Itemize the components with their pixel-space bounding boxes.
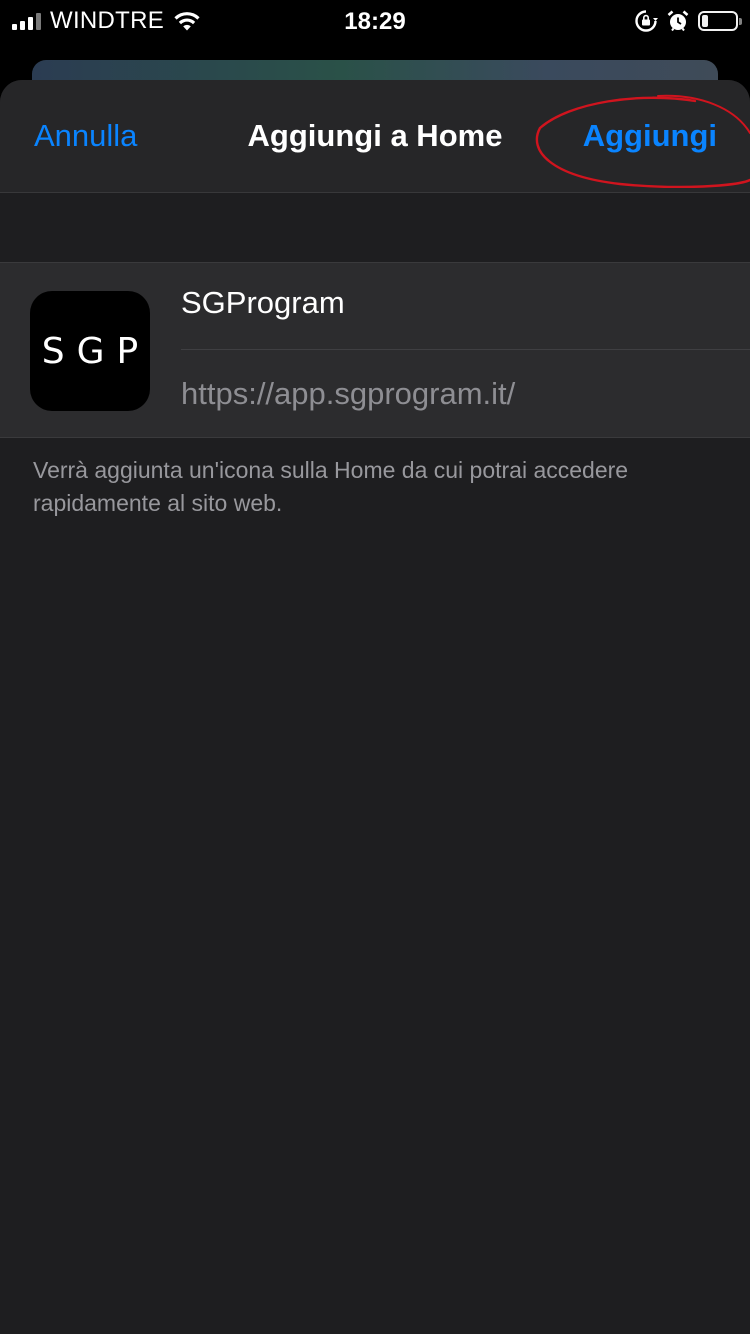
url-text: https://app.sgprogram.it/: [181, 376, 516, 411]
status-bar-right: [634, 7, 742, 35]
rotation-lock-icon: [635, 10, 658, 32]
helper-text: Verrà aggiunta un'icona sulla Home da cu…: [33, 457, 629, 516]
battery-level: [702, 15, 708, 27]
battery-icon: [698, 11, 742, 31]
navigation-bar: Annulla Aggiungi a Home Aggiungi: [0, 80, 750, 193]
add-button[interactable]: Aggiungi: [583, 118, 717, 154]
field-divider: [181, 349, 750, 350]
status-bar: WINDTRE 18:29: [0, 0, 750, 42]
alarm-icon: [667, 10, 689, 32]
name-field[interactable]: [181, 285, 721, 321]
app-icon-text: SGP: [41, 330, 151, 372]
web-clip-details: SGP https://app.sgprogram.it/: [0, 262, 750, 438]
add-to-home-sheet: Annulla Aggiungi a Home Aggiungi SGP htt…: [0, 80, 750, 1334]
app-icon: SGP: [30, 291, 150, 411]
